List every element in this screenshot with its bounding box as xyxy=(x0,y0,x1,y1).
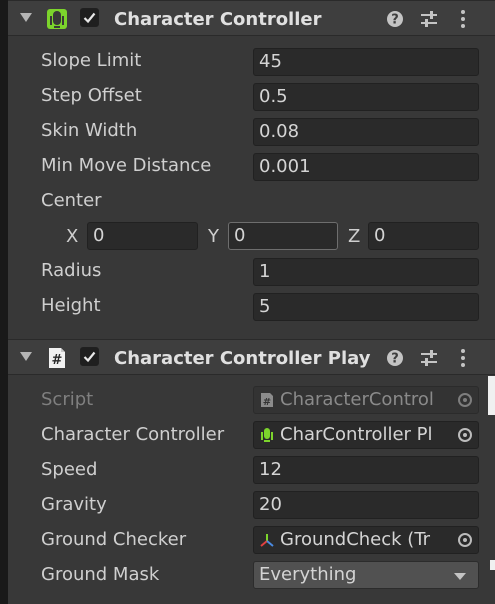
character-controller-icon xyxy=(47,9,67,29)
center-x-label[interactable]: X xyxy=(66,226,78,247)
foldout-arrow-icon[interactable] xyxy=(20,13,32,22)
object-picker-icon xyxy=(458,393,472,407)
skin-width-field[interactable]: 0.08 xyxy=(253,118,479,146)
ground-mask-value: Everything xyxy=(259,564,357,585)
script-value: CharacterControl xyxy=(280,389,434,410)
svg-text:#: # xyxy=(52,353,63,368)
character-controller-label: Character Controller xyxy=(41,424,225,445)
ground-checker-value: GroundCheck (Tr xyxy=(280,529,431,550)
height-field[interactable]: 5 xyxy=(253,293,479,321)
inspector-left-gutter xyxy=(0,0,8,604)
character-controller-icon xyxy=(261,428,273,442)
center-z-field[interactable]: 0 xyxy=(368,222,479,250)
script-icon: # xyxy=(261,393,273,408)
speed-label: Speed xyxy=(41,459,98,480)
svg-text:#: # xyxy=(263,397,271,408)
ground-checker-field[interactable]: GroundCheck (Tr xyxy=(253,526,479,554)
ground-checker-label: Ground Checker xyxy=(41,529,187,550)
more-options-icon[interactable] xyxy=(453,9,473,29)
svg-text:?: ? xyxy=(391,13,399,28)
center-y-field[interactable]: 0 xyxy=(228,222,338,250)
center-x-field[interactable]: 0 xyxy=(87,222,198,250)
step-offset-field[interactable]: 0.5 xyxy=(253,83,479,111)
character-controller-play-header[interactable]: # Character Controller Play ? xyxy=(8,339,495,375)
checkmark-icon xyxy=(83,351,96,363)
script-label: Script xyxy=(41,389,94,410)
component-title: Character Controller Play xyxy=(114,348,371,369)
height-label: Height xyxy=(41,295,101,316)
character-controller-enabled-checkbox[interactable] xyxy=(80,8,99,27)
skin-width-label: Skin Width xyxy=(41,120,138,141)
window-edge-highlight xyxy=(490,560,495,570)
more-options-icon[interactable] xyxy=(453,348,473,368)
transform-icon xyxy=(260,534,274,547)
help-icon[interactable]: ? xyxy=(385,9,405,29)
min-move-distance-field[interactable]: 0.001 xyxy=(253,153,479,181)
speed-field[interactable]: 12 xyxy=(253,456,479,484)
slope-limit-label: Slope Limit xyxy=(41,50,142,71)
center-y-label[interactable]: Y xyxy=(208,226,219,247)
slope-limit-field[interactable]: 45 xyxy=(253,48,479,76)
component-title: Character Controller xyxy=(114,9,322,30)
svg-text:?: ? xyxy=(391,352,399,367)
character-controller-field[interactable]: CharController Pl xyxy=(253,421,479,449)
foldout-arrow-icon[interactable] xyxy=(20,352,32,361)
window-edge-highlight xyxy=(488,376,495,415)
center-z-label[interactable]: Z xyxy=(348,226,360,247)
gravity-label: Gravity xyxy=(41,494,107,515)
ground-mask-dropdown[interactable]: Everything xyxy=(253,561,479,589)
script-icon: # xyxy=(49,348,65,368)
presets-icon[interactable] xyxy=(419,348,439,368)
radius-label: Radius xyxy=(41,260,102,281)
object-picker-icon[interactable] xyxy=(458,533,472,547)
min-move-distance-label: Min Move Distance xyxy=(41,155,212,176)
ground-mask-label: Ground Mask xyxy=(41,564,160,585)
radius-field[interactable]: 1 xyxy=(253,258,479,286)
help-icon[interactable]: ? xyxy=(385,348,405,368)
gravity-field[interactable]: 20 xyxy=(253,491,479,519)
character-controller-value: CharController Pl xyxy=(280,424,433,445)
step-offset-label: Step Offset xyxy=(41,85,142,106)
object-picker-icon[interactable] xyxy=(458,428,472,442)
dropdown-arrow-icon xyxy=(454,573,466,580)
character-controller-play-enabled-checkbox[interactable] xyxy=(80,347,99,366)
center-label: Center xyxy=(41,190,102,211)
checkmark-icon xyxy=(83,12,96,24)
character-controller-header[interactable]: Character Controller ? xyxy=(8,0,495,36)
script-field: # CharacterControl xyxy=(253,386,479,414)
presets-icon[interactable] xyxy=(419,9,439,29)
